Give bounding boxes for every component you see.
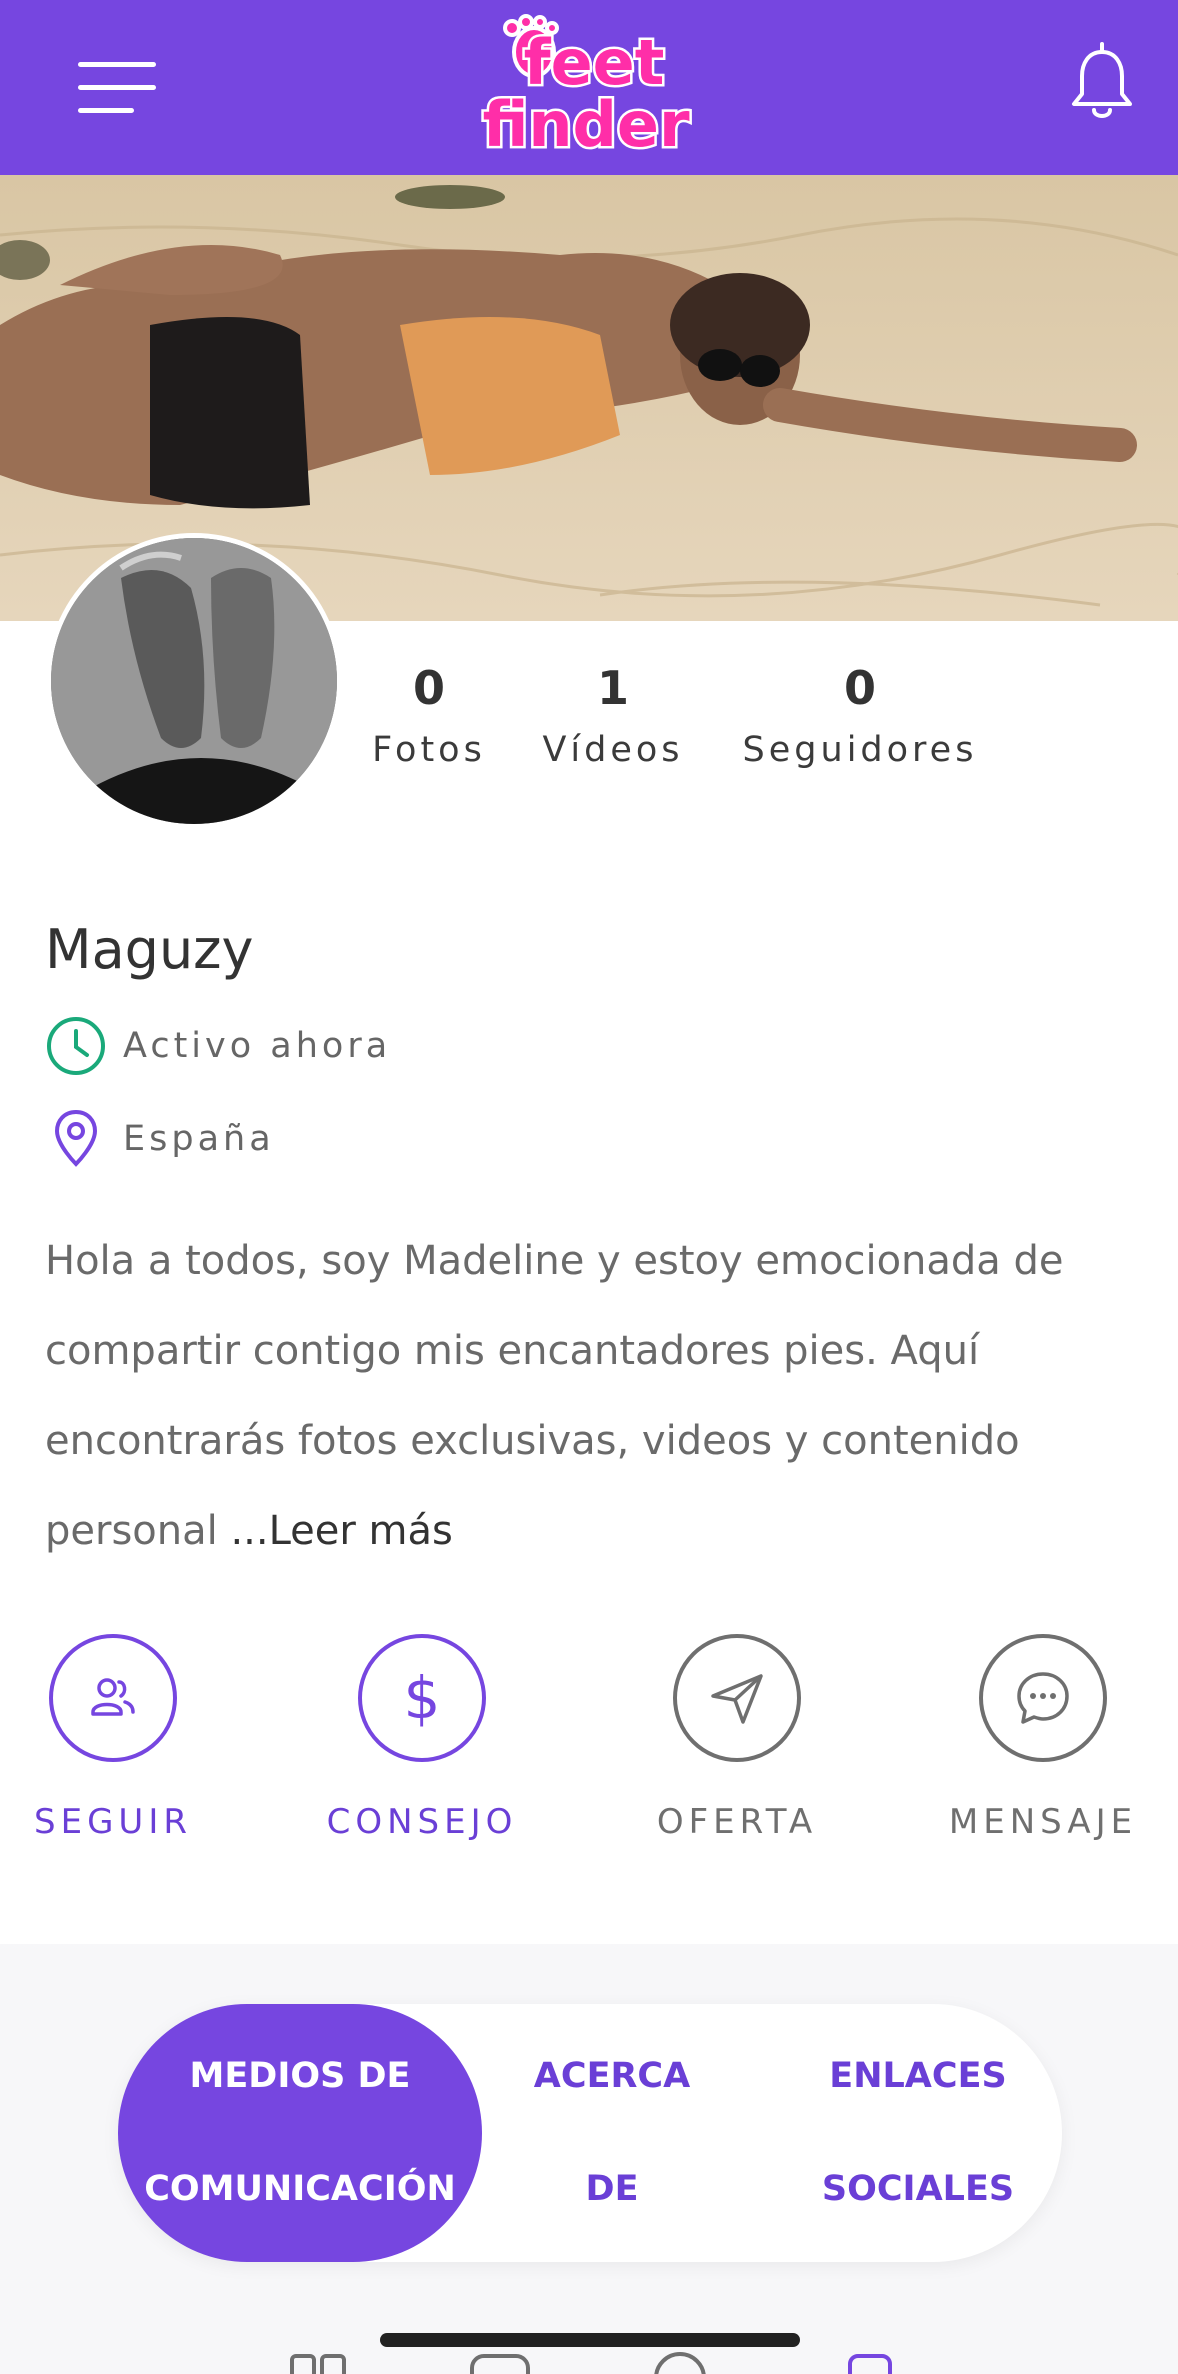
logo-line-2: finder <box>482 88 690 161</box>
follow-label: SEGUIR <box>34 1802 192 1842</box>
stat-photos-label: Fotos <box>372 730 486 770</box>
tab-links-line1: ENLACES <box>829 2056 1007 2096</box>
top-bar: feet finder <box>0 0 1178 175</box>
svg-text:$: $ <box>404 1666 441 1730</box>
dollar-icon: $ <box>404 1666 441 1730</box>
clock-icon <box>47 1017 105 1075</box>
follow-button[interactable]: SEGUIR <box>3 1634 223 1842</box>
location-text: España <box>123 1119 275 1159</box>
profile-avatar[interactable] <box>46 533 342 829</box>
tip-circle[interactable]: $ <box>358 1634 486 1762</box>
stat-followers[interactable]: 0 Seguidores <box>740 660 980 770</box>
tab-media-line2: COMUNICACIÓN <box>144 2169 456 2209</box>
paper-plane-icon <box>711 1674 763 1724</box>
tab-media[interactable]: MEDIOS DE COMUNICACIÓN <box>118 2004 482 2262</box>
tab-media-line1: MEDIOS DE <box>189 2056 411 2096</box>
camera-icon <box>470 2354 530 2374</box>
bio-text: Hola a todos, soy Madeline y estoy emoci… <box>45 1238 1064 1554</box>
stat-videos[interactable]: 1 Vídeos <box>540 660 686 770</box>
hamburger-menu-icon[interactable] <box>78 62 158 114</box>
status-text: Activo ahora <box>123 1026 392 1066</box>
message-label: MENSAJE <box>948 1802 1138 1842</box>
follow-users-icon <box>91 1678 135 1716</box>
profile-name: Maguzy <box>45 918 254 981</box>
location-row: España <box>45 1107 275 1171</box>
stat-photos-value: 0 <box>412 661 445 715</box>
grid-icon <box>290 2354 316 2374</box>
read-more-link[interactable]: ...Leer más <box>230 1508 452 1554</box>
stat-videos-label: Vídeos <box>542 730 684 770</box>
stat-followers-label: Seguidores <box>742 730 978 770</box>
profile-tabs: MEDIOS DE COMUNICACIÓN ACERCA DE ENLACES… <box>118 2004 1062 2262</box>
tab-social-links[interactable]: ENLACES SOCIALES <box>808 2004 1028 2262</box>
avatar-photo <box>51 538 337 824</box>
message-circle[interactable] <box>979 1634 1107 1762</box>
status-row: Activo ahora <box>45 1014 391 1078</box>
stat-photos[interactable]: 0 Fotos <box>370 660 488 770</box>
profile-nav-icon <box>848 2354 892 2374</box>
tip-button[interactable]: $ CONSEJO <box>312 1634 532 1842</box>
tip-label: CONSEJO <box>326 1802 518 1842</box>
stat-videos-value: 1 <box>596 661 629 715</box>
tab-links-line2: SOCIALES <box>821 2169 1015 2209</box>
bell-icon[interactable] <box>1068 42 1136 124</box>
location-pin-icon <box>54 1109 98 1167</box>
search-icon <box>654 2352 706 2374</box>
feetfinder-logo[interactable]: feet finder <box>472 14 710 164</box>
message-button[interactable]: MENSAJE <box>933 1634 1153 1842</box>
offer-label: OFERTA <box>656 1802 818 1842</box>
follow-circle[interactable] <box>49 1634 177 1762</box>
tab-about-label: ACERCA DE <box>533 2056 691 2209</box>
bottom-nav-bar <box>290 2352 892 2374</box>
tab-about[interactable]: ACERCA DE <box>512 2004 712 2262</box>
profile-bio: Hola a todos, soy Madeline y estoy emoci… <box>45 1216 1145 1576</box>
stat-followers-value: 0 <box>843 661 876 715</box>
offer-button[interactable]: OFERTA <box>627 1634 847 1842</box>
chat-bubble-icon <box>1017 1672 1069 1724</box>
home-indicator <box>380 2333 800 2347</box>
offer-circle[interactable] <box>673 1634 801 1762</box>
